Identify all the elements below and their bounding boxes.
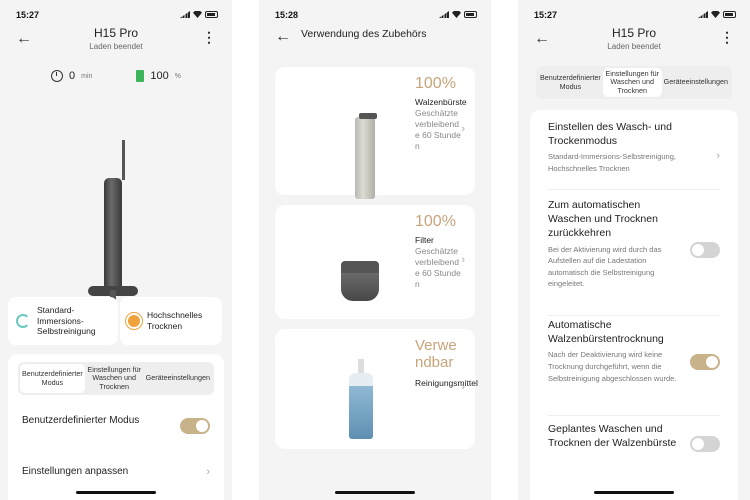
home-indicator[interactable]: [335, 491, 415, 494]
page-subtitle: Laden beendet: [607, 42, 661, 51]
home-indicator[interactable]: [76, 491, 156, 494]
accessory-card-filter[interactable]: 100% Filter Geschätzte verbleibende 60 S…: [275, 205, 475, 319]
home-indicator[interactable]: [594, 491, 674, 494]
dry-mode-card[interactable]: Hochschnelles Trocknen: [120, 297, 222, 345]
battery-stat: 100%: [136, 70, 181, 82]
status-time: 15:27: [534, 10, 558, 20]
accessory-remaining: Geschätzte verbleibende 60 Stunden: [415, 246, 461, 290]
chevron-right-icon: ›: [461, 381, 465, 393]
chevron-right-icon: ›: [206, 466, 210, 478]
wash-dry-mode-setting[interactable]: Einstellen des Wasch- und Trockenmodus S…: [548, 120, 720, 190]
accessory-name: Filter: [415, 235, 434, 245]
tab-wash-dry-settings[interactable]: Einstellungen für Waschen und Trocknen: [602, 68, 662, 97]
device-stats: 0 min 100%: [0, 70, 232, 82]
clock-icon: [51, 70, 63, 82]
adjust-settings-label: Einstellungen anpassen: [22, 466, 129, 477]
scheduled-wash-setting: Geplantes Waschen und Trocknen der Walze…: [548, 422, 720, 482]
chevron-right-icon: ›: [461, 254, 465, 266]
status-bar: 15:27: [534, 10, 736, 24]
setting-description: Nach der Deaktivierung wird keine Trockn…: [548, 350, 677, 383]
custom-mode-toggle[interactable]: [180, 418, 210, 434]
filter-icon: [305, 225, 385, 305]
settings-list: Einstellen des Wasch- und Trockenmodus S…: [530, 110, 738, 500]
accessory-card-cleaner[interactable]: Verwendbar Reinigungsmittel ›: [275, 329, 478, 449]
tab-wash-dry-settings[interactable]: Einstellungen für Waschen und Trocknen: [85, 364, 144, 393]
setting-title: Zum automatischen Waschen und Trocknen z…: [548, 199, 658, 240]
battery-charge-icon: [136, 70, 145, 82]
tab-bar: Benutzerdefinierter Modus Einstellungen …: [18, 362, 214, 395]
dry-mode-label: Hochschnelles Trocknen: [147, 310, 203, 331]
accessory-card-roller-brush[interactable]: 100% Walzenbürste Geschätzte verbleibend…: [275, 67, 475, 199]
more-menu-icon[interactable]: ⋮: [202, 29, 216, 46]
wifi-icon: [193, 11, 202, 18]
chevron-right-icon: ›: [716, 150, 720, 162]
custom-mode-label: Benutzerdefinierter Modus: [22, 415, 140, 426]
more-menu-icon[interactable]: ⋮: [720, 29, 734, 46]
auto-return-wash-setting: Zum automatischen Waschen und Trocknen z…: [548, 198, 720, 316]
dry-sun-icon: [128, 315, 140, 327]
adjust-settings-row[interactable]: Einstellungen anpassen ›: [22, 466, 210, 478]
accessory-percent: 100%: [415, 213, 456, 230]
immersion-clean-icon: [16, 314, 30, 328]
accessory-name: Walzenbürste: [415, 97, 467, 107]
accessory-remaining: Geschätzte verbleibende 60 Stunden: [415, 108, 461, 152]
setting-description: Standard-Immersions-Selbstreinigung, Hoc…: [548, 152, 676, 173]
status-bar: 15:28: [275, 10, 477, 24]
wash-mode-card[interactable]: Standard-Immersions-Selbstreinigung: [8, 297, 118, 345]
tab-custom-mode[interactable]: Benutzerdefinierter Modus: [538, 68, 603, 97]
page-title: Verwendung des Zubehörs: [301, 28, 427, 40]
tab-device-settings[interactable]: Geräteeinstellungen: [144, 364, 212, 393]
custom-mode-row: Benutzerdefinierter Modus: [22, 414, 210, 448]
back-arrow-icon[interactable]: ←: [275, 28, 291, 46]
scheduled-wash-toggle[interactable]: [690, 436, 720, 452]
status-time: 15:28: [275, 10, 299, 20]
setting-title: Einstellen des Wasch- und Trockenmodus: [548, 121, 672, 148]
signal-icon: [180, 11, 190, 18]
accessory-percent: 100%: [415, 75, 456, 92]
wash-mode-label: Standard-Immersions-Selbstreinigung: [37, 305, 96, 337]
status-time: 15:27: [16, 10, 40, 20]
setting-description: Bei der Aktivierung wird durch das Aufst…: [548, 244, 662, 289]
battery-unit: %: [174, 72, 181, 80]
page-subtitle: Laden beendet: [89, 42, 143, 51]
signal-icon: [439, 11, 449, 18]
page-title: H15 Pro: [611, 26, 657, 40]
duration-unit: min: [81, 72, 93, 80]
battery-status-icon: [723, 11, 736, 18]
phone-screen-wash-dry-settings: 15:27 ← H15 Pro Laden beendet ⋮ Benutzer…: [518, 0, 750, 500]
setting-title: Automatische Walzenbürstentrocknung: [548, 319, 664, 346]
tab-custom-mode[interactable]: Benutzerdefinierter Modus: [20, 364, 85, 393]
tab-bar: Benutzerdefinierter Modus Einstellungen …: [536, 66, 732, 99]
battery-status-icon: [205, 11, 218, 18]
tab-device-settings[interactable]: Geräteeinstellungen: [662, 68, 730, 97]
battery-value: 100: [150, 70, 169, 82]
wifi-icon: [452, 11, 461, 18]
auto-brush-dry-setting: Automatische Walzenbürstentrocknung Nach…: [548, 318, 720, 416]
roller-brush-icon: [305, 87, 385, 199]
signal-icon: [698, 11, 708, 18]
setting-title: Geplantes Waschen und Trocknen der Walze…: [548, 423, 677, 450]
accessory-status: Verwendbar: [415, 337, 457, 372]
battery-status-icon: [464, 11, 477, 18]
auto-dry-toggle[interactable]: [690, 354, 720, 370]
auto-return-toggle[interactable]: [690, 242, 720, 258]
status-bar: 15:27: [16, 10, 218, 24]
wifi-icon: [711, 11, 720, 18]
accessory-name: Reinigungsmittel: [415, 377, 478, 388]
phone-screen-accessories: 15:28 ← Verwendung des Zubehörs 100% Wal…: [259, 0, 491, 500]
duration-stat: 0 min: [51, 70, 92, 82]
phone-screen-device: 15:27 ← H15 Pro Laden beendet ⋮ 0 min 100…: [0, 0, 232, 500]
cleaner-bottle-icon: [305, 349, 385, 439]
page-title: H15 Pro: [93, 26, 139, 40]
vacuum-device-image: [84, 140, 144, 320]
duration-value: 0: [69, 70, 76, 82]
settings-card: Benutzerdefinierter Modus Einstellungen …: [8, 354, 224, 500]
chevron-right-icon: ›: [461, 123, 465, 135]
